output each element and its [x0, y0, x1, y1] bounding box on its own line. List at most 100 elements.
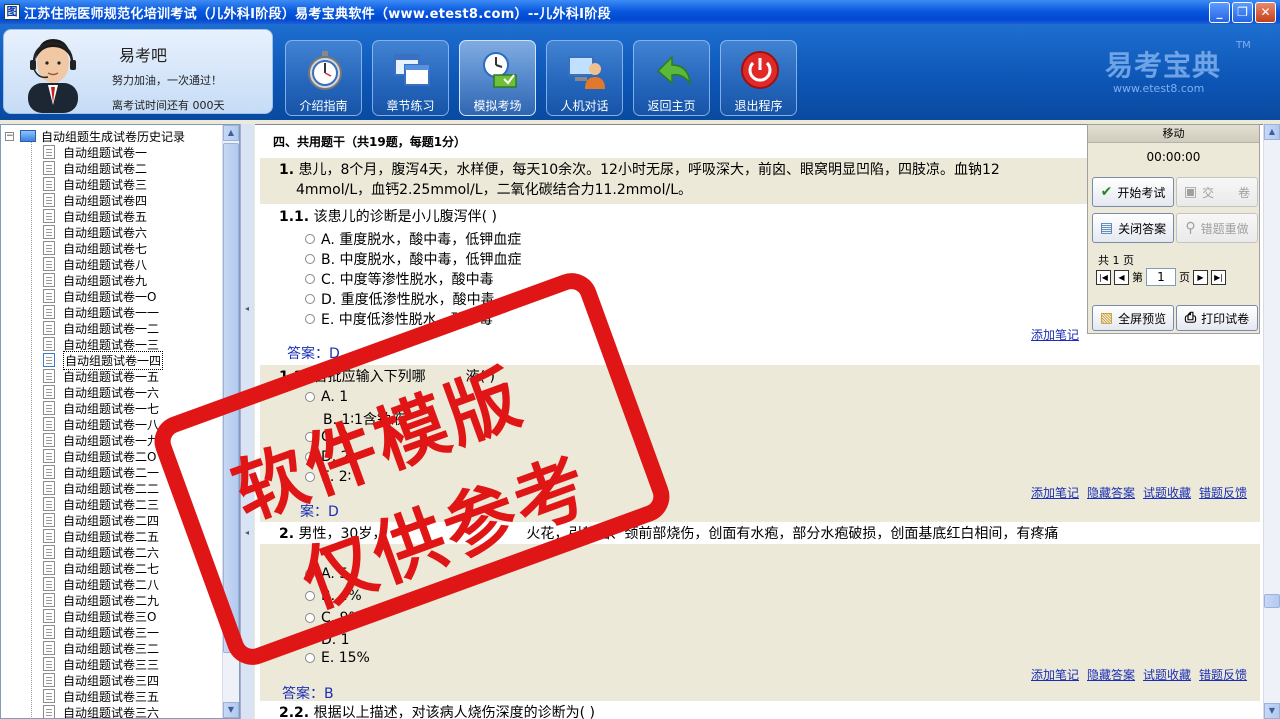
- favorite-link[interactable]: 试题收藏: [1143, 666, 1191, 683]
- tree-item[interactable]: 自动组题试卷二三: [43, 496, 159, 512]
- tree-item[interactable]: 自动组题试卷二: [43, 160, 147, 176]
- nav-guide-button[interactable]: 介绍指南: [285, 40, 362, 116]
- scroll-up-icon[interactable]: ▲: [223, 125, 239, 141]
- minimize-button[interactable]: _: [1209, 2, 1230, 23]
- radio-button[interactable]: [305, 432, 315, 442]
- start-exam-button[interactable]: ✔ 开始考试: [1092, 177, 1174, 207]
- radio-button[interactable]: [305, 472, 315, 482]
- submit-exam-button[interactable]: ▣ 交 卷: [1176, 177, 1258, 207]
- option-d[interactable]: D. 2: [305, 449, 350, 465]
- radio-button[interactable]: [305, 569, 315, 579]
- option-b[interactable]: B. 1∶1含钠液: [323, 409, 405, 429]
- tree-item[interactable]: 自动组题试卷二一: [43, 464, 159, 480]
- tree-item[interactable]: 自动组题试卷三二: [43, 640, 159, 656]
- tree-root[interactable]: − 自动组题生成试卷历史记录: [5, 128, 185, 144]
- nav-mock-exam-button[interactable]: 模拟考场: [459, 40, 536, 116]
- prev-page-icon[interactable]: ◀: [1114, 269, 1129, 285]
- option-d[interactable]: D. 1: [305, 632, 350, 648]
- radio-button[interactable]: [305, 635, 315, 645]
- option-e[interactable]: E. 中度低渗性脱水，酸中毒: [305, 309, 493, 329]
- close-button[interactable]: ✕: [1255, 2, 1276, 23]
- tree-item[interactable]: 自动组题试卷八: [43, 256, 147, 272]
- radio-button[interactable]: [305, 274, 315, 284]
- nav-chapter-button[interactable]: 章节练习: [372, 40, 449, 116]
- option-c[interactable]: C. 中度等渗性脱水，酸中毒: [305, 269, 494, 289]
- page-input[interactable]: 1: [1146, 268, 1176, 286]
- nav-home-button[interactable]: 返回主页: [633, 40, 710, 116]
- fullscreen-preview-button[interactable]: ▧ 全屏预览: [1092, 305, 1174, 331]
- print-exam-button[interactable]: ⎙ 打印试卷: [1176, 305, 1258, 331]
- hide-answer-link[interactable]: 隐藏答案: [1087, 484, 1135, 501]
- option-b[interactable]: B. 中度脱水，酸中毒，低钾血症: [305, 249, 522, 269]
- report-error-link[interactable]: 错题反馈: [1199, 666, 1247, 683]
- first-page-icon[interactable]: |◀: [1096, 269, 1111, 285]
- tree-item[interactable]: 自动组题试卷三四: [43, 672, 159, 688]
- restore-button[interactable]: ❐: [1232, 2, 1253, 23]
- tree-item[interactable]: 自动组题试卷三: [43, 176, 147, 192]
- scroll-up-icon[interactable]: ▲: [1264, 124, 1280, 140]
- tree-item[interactable]: 自动组题试卷一七: [43, 400, 159, 416]
- tree-item[interactable]: 自动组题试卷二八: [43, 576, 159, 592]
- tree-item[interactable]: 自动组题试卷三三: [43, 656, 159, 672]
- tree-item[interactable]: 自动组题试卷三一: [43, 624, 159, 640]
- option-a[interactable]: A. 重度脱水，酸中毒，低钾血症: [305, 229, 521, 249]
- report-error-link[interactable]: 错题反馈: [1199, 484, 1247, 501]
- tree-item[interactable]: 自动组题试卷一: [43, 144, 147, 160]
- nav-exit-button[interactable]: 退出程序: [720, 40, 797, 116]
- radio-button[interactable]: [305, 294, 315, 304]
- hide-answer-link[interactable]: 隐藏答案: [1087, 666, 1135, 683]
- tree-item[interactable]: 自动组题试卷三O: [43, 608, 156, 624]
- collapse-icon[interactable]: −: [5, 131, 14, 141]
- option-c[interactable]: C. 2: [305, 429, 349, 445]
- scroll-down-icon[interactable]: ▼: [223, 702, 239, 718]
- tree-item[interactable]: 自动组题试卷二O: [43, 448, 156, 464]
- radio-button[interactable]: [305, 254, 315, 264]
- tree-item[interactable]: 自动组题试卷六: [43, 224, 147, 240]
- add-note-link[interactable]: 添加笔记: [1031, 326, 1079, 343]
- tree-item[interactable]: 自动组题试卷三六: [43, 704, 159, 718]
- radio-button[interactable]: [305, 234, 315, 244]
- tree-item[interactable]: 自动组题试卷一O: [43, 288, 156, 304]
- tree-item[interactable]: 自动组题试卷一四: [43, 350, 164, 370]
- option-c[interactable]: C. 9%: [305, 610, 362, 626]
- option-a[interactable]: A. 5: [305, 566, 348, 582]
- tree-item[interactable]: 自动组题试卷九: [43, 272, 147, 288]
- next-page-icon[interactable]: ▶: [1193, 269, 1208, 285]
- close-answer-button[interactable]: ▤ 关闭答案: [1092, 213, 1174, 243]
- pane-splitter[interactable]: ◂ ◂: [240, 124, 254, 719]
- tree-item[interactable]: 自动组题试卷三五: [43, 688, 159, 704]
- tree-item[interactable]: 自动组题试卷一五: [43, 368, 159, 384]
- tree-item[interactable]: 自动组题试卷一二: [43, 320, 159, 336]
- option-b[interactable]: B. 4%: [305, 588, 362, 604]
- radio-button[interactable]: [305, 392, 315, 402]
- tree-item[interactable]: 自动组题试卷一六: [43, 384, 159, 400]
- tree-item[interactable]: 自动组题试卷二二: [43, 480, 159, 496]
- favorite-link[interactable]: 试题收藏: [1143, 484, 1191, 501]
- scroll-thumb[interactable]: [223, 143, 239, 653]
- add-note-link[interactable]: 添加笔记: [1031, 666, 1079, 683]
- tree-scrollbar[interactable]: ▲ ▼: [222, 125, 239, 718]
- tree-item[interactable]: 自动组题试卷七: [43, 240, 147, 256]
- tree-item[interactable]: 自动组题试卷一八: [43, 416, 159, 432]
- radio-button[interactable]: [305, 452, 315, 462]
- option-d[interactable]: D. 重度低渗性脱水，酸中毒: [305, 289, 495, 309]
- tree-item[interactable]: 自动组题试卷二五: [43, 528, 159, 544]
- tree-item[interactable]: 自动组题试卷二七: [43, 560, 159, 576]
- tree-item[interactable]: 自动组题试卷一九: [43, 432, 159, 448]
- option-a[interactable]: A. 1: [305, 389, 348, 405]
- radio-button[interactable]: [305, 613, 315, 623]
- last-page-icon[interactable]: ▶|: [1211, 269, 1226, 285]
- option-e[interactable]: E. 15%: [305, 650, 370, 666]
- tree-item[interactable]: 自动组题试卷一一: [43, 304, 159, 320]
- scroll-down-icon[interactable]: ▼: [1264, 703, 1280, 719]
- content-scrollbar[interactable]: ▲ ▼: [1263, 124, 1280, 719]
- panel-drag-handle[interactable]: 移动: [1088, 125, 1259, 143]
- tree-item[interactable]: 自动组题试卷四: [43, 192, 147, 208]
- scroll-thumb[interactable]: [1264, 594, 1280, 608]
- tree-item[interactable]: 自动组题试卷二六: [43, 544, 159, 560]
- radio-button[interactable]: [305, 591, 315, 601]
- redo-wrong-button[interactable]: ⚲ 错题重做: [1176, 213, 1258, 243]
- tree-item[interactable]: 自动组题试卷五: [43, 208, 147, 224]
- radio-button[interactable]: [305, 314, 315, 324]
- radio-button[interactable]: [305, 653, 315, 663]
